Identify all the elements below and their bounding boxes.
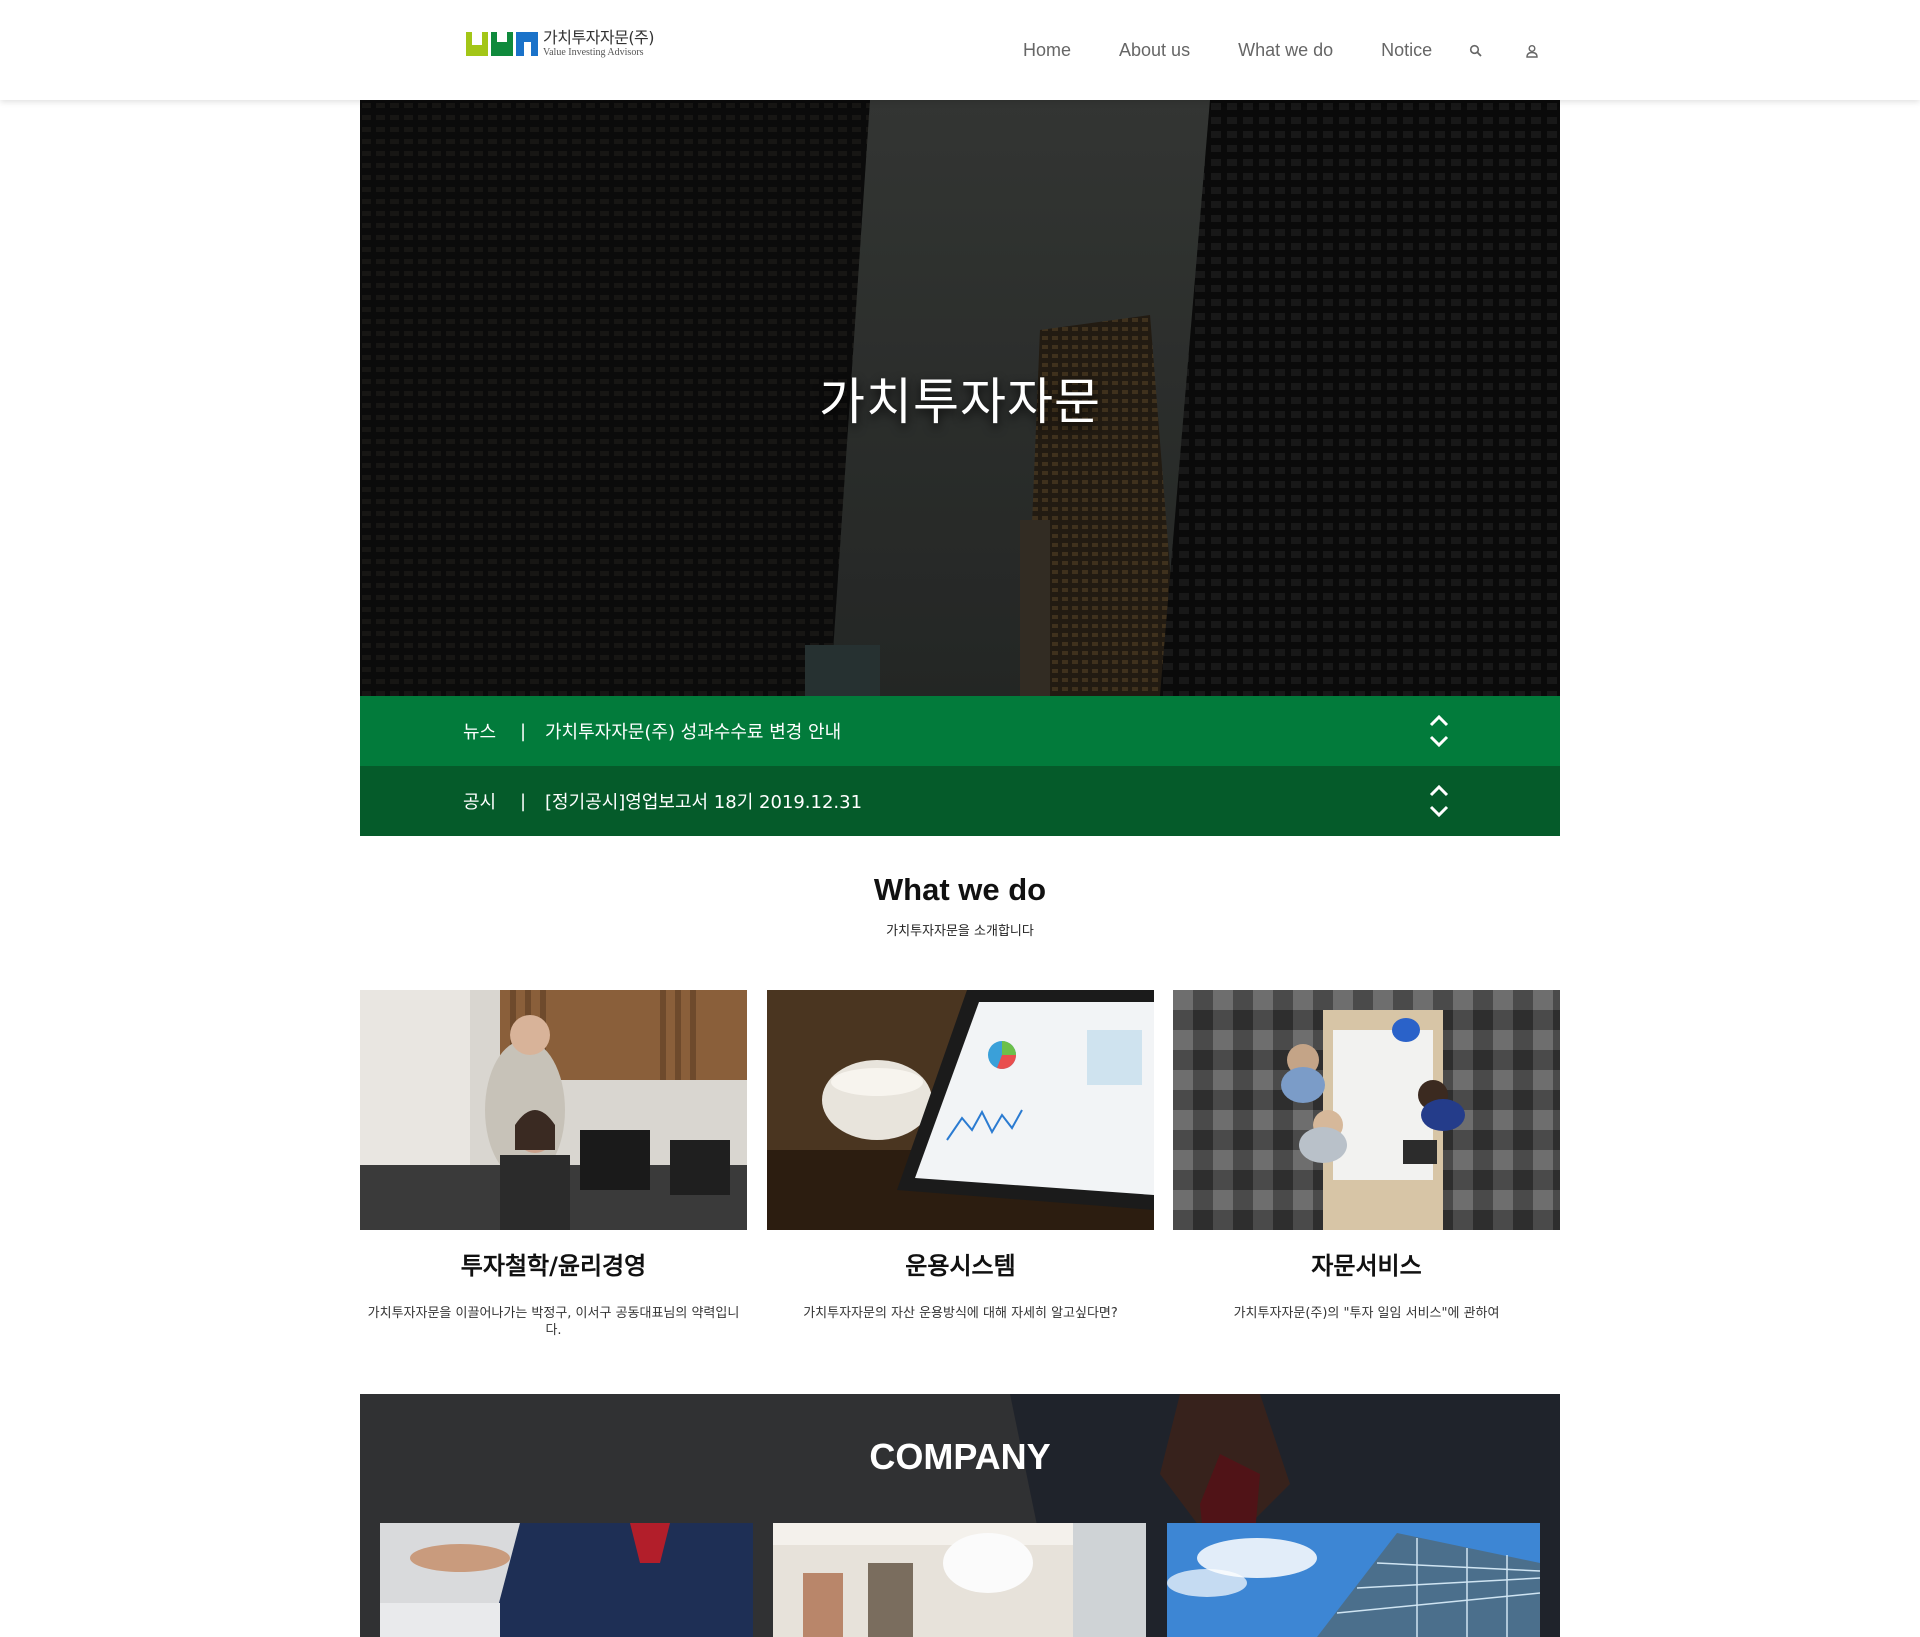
company-thumb-businessman[interactable]: [380, 1523, 753, 1637]
nav-what-we-do[interactable]: What we do: [1238, 40, 1333, 61]
card-title[interactable]: 자문서비스: [1173, 1246, 1560, 1281]
card-description: 가치투자자문을 이끌어나가는 박정구, 이서구 공동대표님의 약력입니다.: [367, 1306, 740, 1338]
logo-text: 가치투자자문(주) Value Investing Advisors: [543, 28, 655, 58]
card-system[interactable]: 운용시스템 가치투자자문의 자산 운용방식에 대해 자세히 알고싶다면?: [767, 990, 1154, 1322]
company-thumb-interior[interactable]: [773, 1523, 1146, 1637]
card-description: 가치투자자문의 자산 운용방식에 대해 자세히 알고싶다면?: [803, 1306, 1118, 1321]
logo-name-korean: 가치투자자문(주): [543, 28, 655, 47]
news-ticker[interactable]: 뉴스 | 가치투자자문(주) 성과수수료 변경 안내: [360, 696, 1560, 766]
disclosure-scroll-arrows-icon[interactable]: [1427, 784, 1451, 818]
card-description: 가치투자자문(주)의 "투자 일임 서비스"에 관하여: [1233, 1306, 1500, 1321]
nav-home[interactable]: Home: [1023, 40, 1071, 61]
hero-title: 가치투자자문: [819, 373, 1101, 431]
main-nav: Home About us What we do Notice: [1023, 40, 1576, 61]
news-headline[interactable]: 가치투자자문(주) 성과수수료 변경 안내: [545, 718, 841, 744]
logo-name-english: Value Investing Advisors: [543, 47, 644, 58]
company-logo[interactable]: 가치투자자문(주) Value Investing Advisors: [466, 28, 655, 58]
disclosure-label: 공시: [463, 792, 497, 813]
nav-about-us[interactable]: About us: [1119, 40, 1190, 61]
card-image-meeting[interactable]: [1173, 990, 1560, 1230]
card-title[interactable]: 투자철학/윤리경영: [360, 1246, 747, 1281]
nav-notice[interactable]: Notice: [1381, 40, 1432, 61]
card-title[interactable]: 운용시스템: [767, 1246, 1154, 1281]
hero-banner: 가치투자자문: [360, 100, 1560, 696]
section-title-what-we-do: What we do: [873, 872, 1047, 907]
section-subtitle: 가치투자자문을 소개합니다: [886, 924, 1034, 939]
disclosure-headline[interactable]: [정기공시]영업보고서 18기 2019.12.31: [545, 788, 862, 814]
card-image-tablet[interactable]: [767, 990, 1154, 1230]
logo-mark: [466, 32, 538, 56]
card-advisory[interactable]: 자문서비스 가치투자자문(주)의 "투자 일임 서비스"에 관하여: [1173, 990, 1560, 1322]
logo-block-2: [491, 32, 513, 56]
logo-block-1: [466, 32, 488, 56]
company-thumb-building[interactable]: [1167, 1523, 1540, 1637]
news-separator: |: [520, 720, 527, 742]
card-image-office[interactable]: [360, 990, 747, 1230]
search-icon[interactable]: [1468, 43, 1484, 59]
news-scroll-arrows-icon[interactable]: [1427, 714, 1451, 748]
company-section: COMPANY: [360, 1394, 1560, 1637]
logo-block-3: [516, 32, 538, 56]
news-label: 뉴스: [463, 722, 497, 743]
site-header: 가치투자자문(주) Value Investing Advisors Home …: [0, 0, 1920, 100]
disclosure-ticker[interactable]: 공시 | [정기공시]영업보고서 18기 2019.12.31: [360, 766, 1560, 836]
card-philosophy[interactable]: 투자철학/윤리경영 가치투자자문을 이끌어나가는 박정구, 이서구 공동대표님의…: [360, 990, 747, 1339]
user-icon[interactable]: [1524, 43, 1540, 59]
disclosure-separator: |: [520, 790, 527, 812]
company-title: COMPANY: [869, 1436, 1051, 1477]
